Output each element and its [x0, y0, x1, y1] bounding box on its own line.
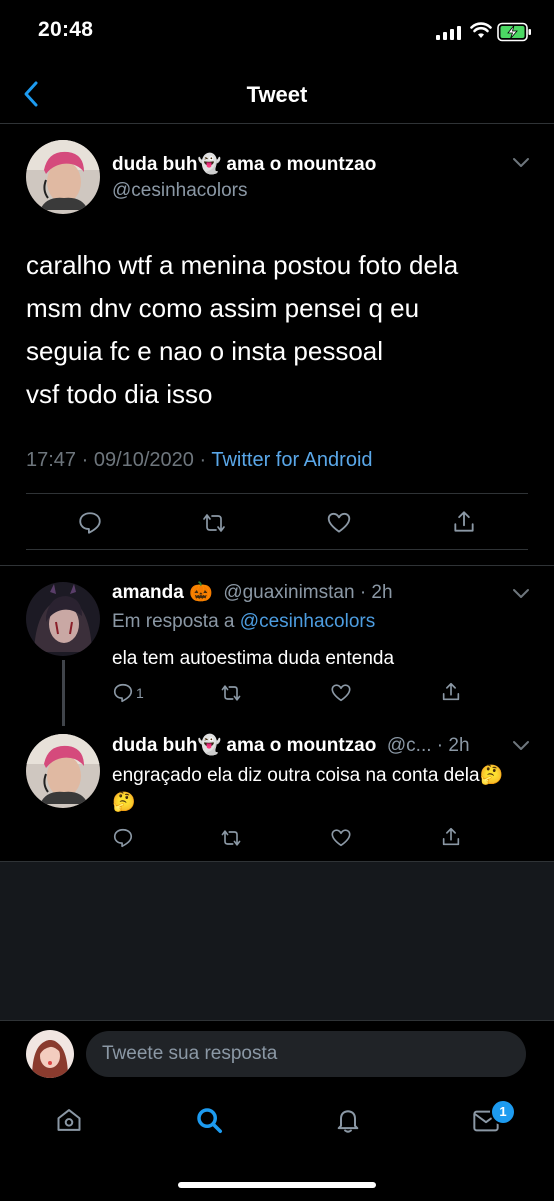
retweet-icon: [221, 830, 241, 846]
reply-author-handle[interactable]: @guaxinimstan · 2h: [223, 582, 392, 603]
retweet-button[interactable]: [200, 510, 228, 536]
author-avatar[interactable]: [26, 140, 100, 214]
author-name[interactable]: duda buh👻 ama o mountzao: [112, 152, 376, 176]
reply-icon: [113, 828, 133, 848]
retweet-icon: [203, 514, 225, 532]
reply-menu-button[interactable]: [512, 738, 530, 756]
tab-search[interactable]: [194, 1105, 224, 1135]
bell-icon: [337, 1110, 359, 1133]
thread-line: [62, 660, 65, 726]
replying-to-label: Em resposta a: [112, 611, 240, 632]
author-handle[interactable]: @cesinhacolors: [112, 180, 247, 202]
tweet-menu-button[interactable]: [512, 155, 530, 173]
heart-icon: [331, 684, 351, 702]
tweet-text: caralho wtf a menina postou foto dela ms…: [26, 250, 459, 409]
battery-charging-icon: [497, 22, 533, 47]
replying-to-user-link[interactable]: @cesinhacolors: [240, 611, 375, 632]
reply-author-name[interactable]: amanda 🎃: [112, 582, 213, 603]
home-indicator[interactable]: [178, 1182, 376, 1188]
retweet-icon: [221, 685, 241, 701]
reply-author-name[interactable]: duda buh👻 ama o mountzao: [112, 735, 376, 756]
reply-retweet-button[interactable]: [219, 827, 243, 849]
reply-icon: [113, 683, 133, 703]
reply-share-button[interactable]: [440, 681, 462, 703]
chevron-down-icon: [513, 589, 529, 598]
wifi-icon: [470, 22, 492, 45]
reply-like-button[interactable]: [330, 682, 352, 704]
reply-header: duda buh👻 ama o mountzao @c... · 2h: [112, 733, 470, 757]
reply-retweet-button[interactable]: [219, 682, 243, 704]
share-icon: [442, 827, 460, 846]
reply-count: 1: [136, 685, 144, 701]
reply-avatar[interactable]: [26, 582, 100, 656]
chevron-down-icon: [513, 158, 529, 167]
my-avatar[interactable]: [26, 1030, 74, 1078]
tweet-source-link[interactable]: Twitter for Android: [211, 449, 372, 471]
tweet-meta: 17:47 · 09/10/2020 · Twitter for Android: [26, 449, 373, 472]
reply-text: engraçado ela diz outra coisa na conta d…: [112, 765, 504, 813]
cellular-signal-icon: [436, 26, 461, 40]
share-icon: [442, 682, 460, 701]
heart-icon: [331, 829, 351, 847]
reply-icon: [79, 512, 101, 534]
tab-notifications[interactable]: [334, 1106, 362, 1134]
meta-divider: [26, 493, 528, 494]
heart-icon: [327, 512, 351, 533]
messages-badge: 1: [490, 1099, 516, 1125]
home-icon: [57, 1109, 81, 1131]
reply-share-button[interactable]: [440, 826, 462, 848]
reply-avatar[interactable]: [26, 734, 100, 808]
chevron-down-icon: [513, 741, 529, 750]
reply-button[interactable]: [77, 510, 103, 536]
status-time: 20:48: [38, 18, 94, 41]
replies-divider: [0, 565, 554, 566]
nav-divider: [0, 123, 554, 124]
share-icon: [454, 511, 474, 532]
share-button[interactable]: [451, 509, 477, 535]
reply-text: ela tem autoestima duda entenda: [112, 648, 395, 669]
reply-menu-button[interactable]: [512, 586, 530, 604]
like-button[interactable]: [326, 510, 352, 536]
search-icon: [197, 1108, 222, 1133]
page-title: Tweet: [246, 82, 308, 107]
tweet-timestamp: 17:47 · 09/10/2020 ·: [26, 449, 212, 471]
empty-area: [0, 862, 554, 1020]
reply-author-handle[interactable]: @c... · 2h: [387, 735, 470, 756]
reply-reply-button[interactable]: 1: [112, 682, 144, 704]
tab-home[interactable]: [55, 1106, 83, 1134]
reply-header: amanda 🎃 @guaxinimstan · 2h: [112, 580, 393, 604]
actions-divider: [26, 549, 528, 550]
reply-like-button[interactable]: [330, 827, 352, 849]
reply-compose-input[interactable]: Tweete sua resposta: [86, 1031, 526, 1077]
replying-to: Em resposta a @cesinhacolors: [112, 611, 375, 633]
reply-reply-button[interactable]: [112, 827, 134, 849]
